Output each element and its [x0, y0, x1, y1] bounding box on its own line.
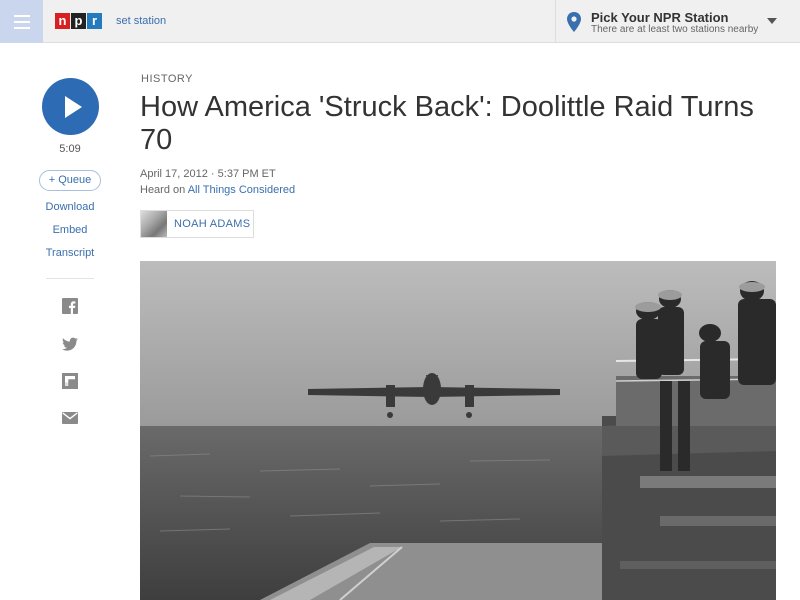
set-station-link[interactable]: set station [116, 15, 166, 27]
author-byline[interactable]: NOAH ADAMS [140, 210, 254, 238]
menu-bar [13, 26, 30, 29]
facebook-icon[interactable] [62, 298, 78, 314]
station-picker[interactable]: Pick Your NPR Station There are at least… [555, 0, 800, 43]
article-headline: How America 'Struck Back': Doolittle Rai… [140, 91, 754, 156]
npr-logo-n: n [55, 13, 70, 29]
top-nav-bar: n p r set station Pick Your NPR Station … [0, 0, 800, 43]
author-name: NOAH ADAMS [174, 218, 251, 230]
station-picker-title: Pick Your NPR Station [591, 10, 729, 25]
heard-on-line: Heard on All Things Considered [140, 184, 295, 196]
station-picker-subtitle: There are at least two stations nearby [591, 24, 759, 35]
author-avatar [141, 211, 167, 237]
audio-duration: 5:09 [59, 143, 81, 155]
heard-on-prefix: Heard on [140, 184, 188, 196]
npr-logo[interactable]: n p r [55, 13, 102, 29]
npr-logo-p: p [71, 13, 86, 29]
play-button[interactable] [42, 78, 99, 135]
menu-bar [13, 20, 30, 23]
twitter-icon[interactable] [62, 336, 78, 352]
chevron-down-icon[interactable] [767, 18, 777, 24]
transcript-link[interactable]: Transcript [30, 247, 110, 259]
hamburger-menu-icon[interactable] [0, 0, 43, 43]
location-pin-icon [567, 12, 581, 32]
email-icon[interactable] [62, 410, 78, 426]
program-link[interactable]: All Things Considered [188, 184, 295, 196]
queue-button[interactable]: + Queue [39, 170, 101, 191]
menu-bar [13, 14, 30, 17]
download-link[interactable]: Download [30, 201, 110, 213]
doolittle-raid-photo [140, 261, 776, 600]
rail-divider [46, 278, 94, 279]
article-dateline: April 17, 2012 · 5:37 PM ET [140, 168, 276, 180]
article-section-slug[interactable]: HISTORY [141, 73, 193, 85]
play-icon [65, 96, 82, 118]
article-lead-photo [140, 261, 776, 600]
flipboard-icon[interactable] [62, 373, 78, 389]
embed-link[interactable]: Embed [30, 224, 110, 236]
npr-logo-r: r [87, 13, 102, 29]
